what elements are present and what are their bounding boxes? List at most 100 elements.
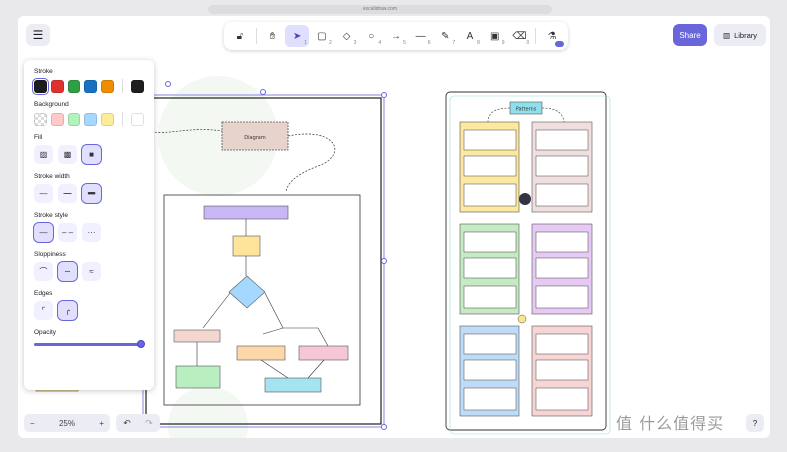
- eraser-tool[interactable]: ⌫ 0: [508, 25, 532, 47]
- dashed-connector-right: [285, 133, 336, 193]
- stroke-style-options: — ‒ ‒ ···: [33, 222, 144, 243]
- patterns-title-text: Patterns: [516, 107, 537, 113]
- extra-tools-button[interactable]: ⚗︎: [540, 25, 564, 47]
- flow-decision-node[interactable]: [228, 275, 266, 309]
- bg-swatch-blue[interactable]: [84, 112, 98, 126]
- edges-sharp[interactable]: ⌜: [34, 301, 53, 320]
- fill-label: Fill: [34, 134, 43, 141]
- zoom-level[interactable]: 25%: [59, 419, 75, 428]
- toolbar-divider-2: [535, 28, 537, 44]
- line-icon: —: [415, 30, 426, 42]
- stroke-width-bold[interactable]: —: [58, 184, 77, 203]
- line-key: 6: [427, 40, 431, 46]
- lock-tool[interactable]: 🔓︎: [228, 25, 252, 47]
- bg-swatch-transparent[interactable]: [34, 112, 47, 126]
- dashed-line-icon: ‒ ‒: [61, 228, 74, 237]
- sloppiness-cartoonist[interactable]: ≈: [82, 262, 101, 281]
- image-tool[interactable]: ▣ 9: [483, 25, 507, 47]
- stroke-swatch-black[interactable]: [32, 77, 49, 95]
- bg-swatch-pink[interactable]: [50, 112, 64, 126]
- stroke-current-color[interactable]: [131, 79, 144, 93]
- flow-merge-node[interactable]: [264, 377, 322, 393]
- fill-hachure-option[interactable]: ▨: [34, 145, 53, 164]
- dotted-line-icon: ···: [87, 228, 96, 237]
- draw-tool[interactable]: ✎ 7: [433, 25, 457, 47]
- solid-line-icon: —: [39, 228, 48, 237]
- undo-redo-controls: ↶ ↷: [116, 414, 160, 432]
- arrow-tool[interactable]: → 5: [384, 25, 408, 47]
- flow-end-left[interactable]: [175, 365, 221, 389]
- image-key: 9: [501, 40, 505, 46]
- hamburger-icon: ☰: [32, 28, 44, 42]
- shapes-toolbar: 🔓︎ ✋︎ ➤ 1 ▢ 2 ◇ 3 ○ 4 → 5 —6 ✎ 7 A8 ▣ 9 ⌫ 0 ⚗︎: [224, 22, 568, 50]
- url-pill[interactable]: excalidraw.com: [208, 5, 552, 14]
- share-button[interactable]: Share: [673, 24, 707, 46]
- toolbar-divider: [255, 28, 257, 44]
- square-icon: ▢: [317, 30, 327, 42]
- wave-curve-icon: ∽: [64, 267, 71, 276]
- cursor-icon: ➤: [293, 30, 302, 42]
- collaborator-avatar: [519, 193, 531, 205]
- help-button[interactable]: ?: [746, 414, 764, 432]
- rectangle-tool[interactable]: ▢ 2: [310, 25, 334, 47]
- sloppiness-architect[interactable]: ⌒: [34, 262, 53, 281]
- selection-tool[interactable]: ➤ 1: [285, 25, 310, 47]
- zoom-controls: − 25% +: [24, 414, 110, 432]
- library-button[interactable]: ▥ Library: [714, 24, 766, 46]
- zoom-out-button[interactable]: −: [30, 419, 35, 428]
- hand-tool[interactable]: ✋︎: [261, 25, 285, 47]
- stroke-style-dotted[interactable]: ···: [82, 223, 101, 242]
- ellipse-tool[interactable]: ○ 4: [359, 25, 383, 47]
- stroke-label: Stroke: [34, 68, 53, 75]
- stroke-width-thin[interactable]: —: [34, 184, 53, 203]
- flow-branch-mid[interactable]: [236, 345, 286, 361]
- bg-swatch-green[interactable]: [67, 112, 81, 126]
- hand-icon: ✋︎: [269, 30, 276, 42]
- watermark: 值 什么值得买: [616, 414, 725, 433]
- background-swatches: [34, 112, 144, 126]
- diamond-tool[interactable]: ◇ 3: [335, 25, 359, 47]
- background-label: Background: [34, 101, 69, 108]
- stroke-swatch-red[interactable]: [50, 79, 64, 93]
- stroke-swatch-orange[interactable]: [101, 79, 115, 93]
- diamond-key: 3: [353, 40, 357, 46]
- stroke-width-extra-bold[interactable]: ━: [81, 183, 102, 204]
- sloppiness-label: Sloppiness: [34, 251, 66, 258]
- main-menu-button[interactable]: ☰: [26, 24, 50, 46]
- stroke-style-solid[interactable]: —: [33, 222, 54, 243]
- flow-start-node[interactable]: [203, 205, 289, 220]
- edges-round[interactable]: ╭: [57, 300, 78, 321]
- sharp-corner-icon: ⌜: [41, 306, 46, 315]
- redo-icon[interactable]: ↷: [145, 418, 153, 429]
- crosshatch-icon: ▩: [63, 150, 72, 159]
- undo-icon[interactable]: ↶: [123, 418, 131, 429]
- opacity-knob[interactable]: [137, 340, 145, 348]
- opacity-slider[interactable]: [34, 340, 145, 348]
- rectangle-key: 2: [328, 40, 332, 46]
- stroke-swatch-green[interactable]: [67, 79, 81, 93]
- patterns-board[interactable]: Patterns: [445, 91, 611, 435]
- bg-swatch-yellow[interactable]: [101, 112, 115, 126]
- lock-icon: 🔓︎: [236, 30, 244, 42]
- bg-current-color[interactable]: [131, 112, 144, 126]
- diagram-title-box[interactable]: Diagram: [221, 121, 289, 151]
- fill-solid-option[interactable]: ■: [81, 144, 102, 165]
- line-tool[interactable]: —6: [409, 25, 433, 47]
- pencil-icon: ✎: [441, 30, 450, 42]
- extra-bold-line-icon: ━: [88, 188, 95, 200]
- flow-step-node[interactable]: [232, 235, 261, 257]
- stroke-style-label: Stroke style: [34, 212, 68, 219]
- stroke-swatch-blue[interactable]: [84, 79, 98, 93]
- stroke-style-dashed[interactable]: ‒ ‒: [58, 223, 77, 242]
- ellipse-key: 4: [378, 40, 382, 46]
- zoom-in-button[interactable]: +: [99, 419, 104, 428]
- flow-branch-right[interactable]: [298, 345, 349, 361]
- thin-line-icon: —: [39, 189, 48, 198]
- sloppiness-artist[interactable]: ∽: [57, 261, 78, 282]
- arrow-key: 5: [403, 40, 406, 46]
- flow-branch-left[interactable]: [173, 329, 221, 343]
- opacity-label: Opacity: [34, 329, 57, 336]
- hachure-icon: ▨: [39, 150, 48, 159]
- text-tool[interactable]: A8: [458, 25, 482, 47]
- fill-crosshatch-option[interactable]: ▩: [58, 145, 77, 164]
